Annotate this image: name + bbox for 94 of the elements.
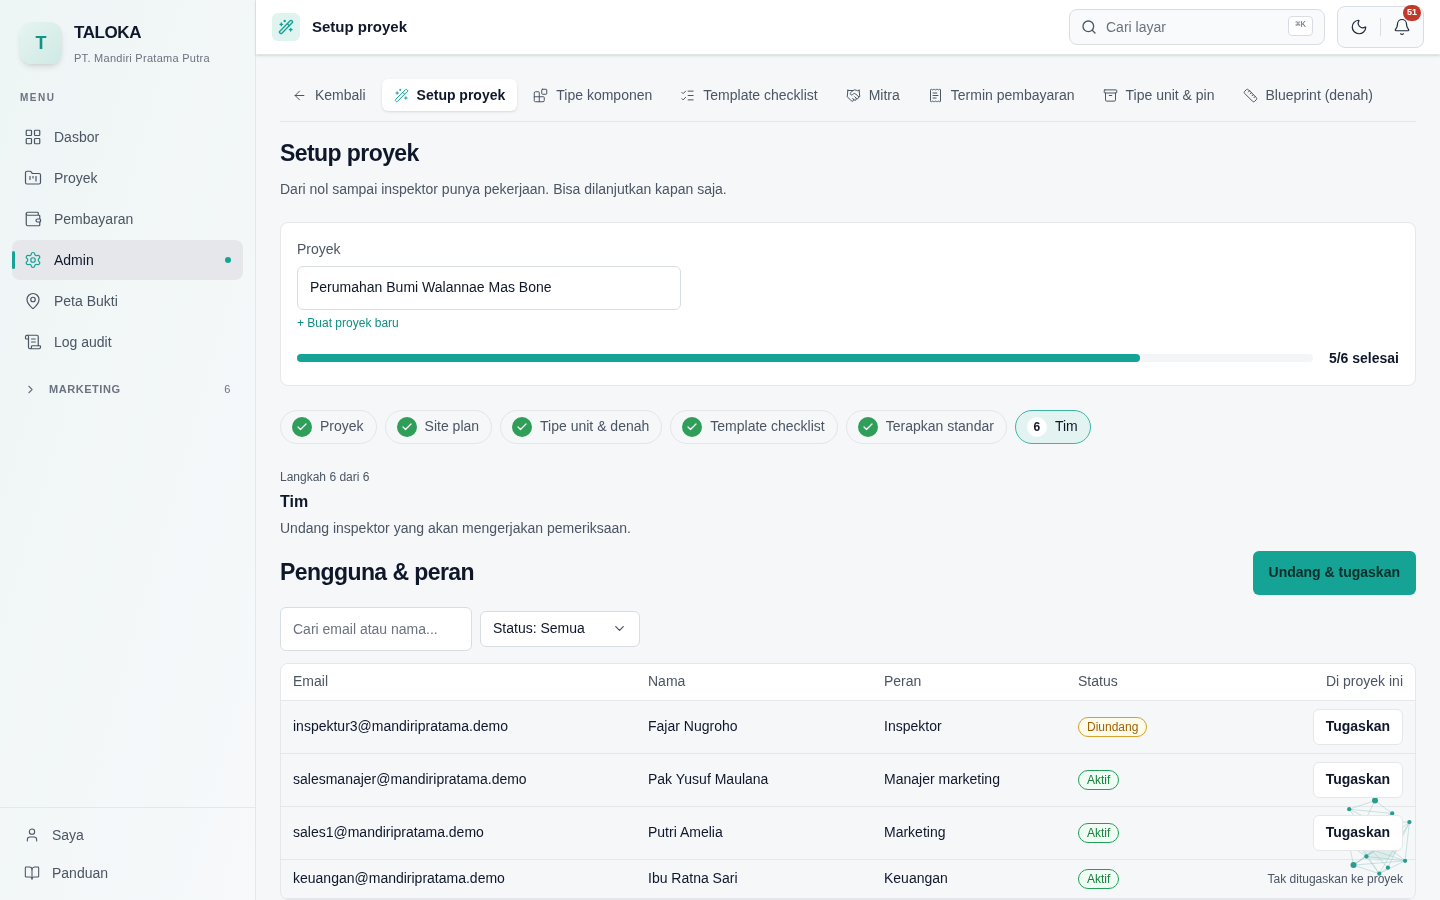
nav-tab[interactable]: Kembali <box>280 79 378 111</box>
table-cell-text: Ibu Ratna Sari <box>648 869 739 888</box>
sidebar-item[interactable]: Admin <box>12 240 243 280</box>
sidebar-item[interactable]: Proyek <box>12 158 243 198</box>
step-title: Tim <box>280 491 310 512</box>
field-label: Proyek <box>297 239 342 259</box>
step-chip[interactable]: Template checklist <box>670 409 838 444</box>
book-icon <box>24 865 40 881</box>
status-tag: Aktif <box>1078 823 1120 843</box>
ruler-icon <box>1242 87 1258 103</box>
table-cell-text: keuangan@mandiripratama.demo <box>293 869 506 888</box>
list-check-icon <box>680 87 696 103</box>
step-chip[interactable]: 6 Tim <box>1014 409 1091 444</box>
table-cell-text: Putri Amelia <box>648 823 724 842</box>
notification-count: 51 <box>1403 5 1421 21</box>
grid-icon <box>24 128 42 146</box>
table-cell-text: salesmanajer@mandiripratama.demo <box>293 770 528 789</box>
new-project-link[interactable]: + Buat proyek baru <box>297 313 399 332</box>
user-pin-icon <box>24 292 42 310</box>
check-icon <box>857 416 878 437</box>
logo-badge: T <box>20 22 62 64</box>
archive-icon <box>1102 87 1118 103</box>
column-header: Status <box>1078 672 1119 691</box>
nav-tab[interactable]: Termin pembayaran <box>915 79 1087 111</box>
column-header: Nama <box>648 672 687 691</box>
user-search-field[interactable]: Cari email atau nama... <box>280 606 472 651</box>
step-counter: Langkah 6 dari 6 <box>280 468 371 486</box>
folder-icon <box>24 169 42 187</box>
wand-icon <box>393 87 409 103</box>
wand-icon <box>278 19 294 35</box>
assign-button[interactable]: Tugaskan <box>1312 761 1403 798</box>
check-icon <box>396 416 417 437</box>
table-cell-text: inspektur3@mandiripratama.demo <box>293 717 509 736</box>
step-chip[interactable]: Proyek <box>280 409 377 444</box>
column-header: Peran <box>884 672 923 691</box>
step-number: 6 <box>1026 416 1047 437</box>
sidebar-item[interactable]: Dasbor <box>12 117 243 157</box>
step-chip[interactable]: Tipe unit & denah <box>500 409 663 444</box>
search-icon <box>1081 19 1097 35</box>
check-icon <box>292 416 312 437</box>
table-cell-text: Fajar Nugroho <box>648 717 739 736</box>
header-title: Setup proyek <box>312 16 409 37</box>
handshake-icon <box>845 87 861 103</box>
active-indicator <box>12 251 15 269</box>
nav-tab[interactable]: Tipe unit & pin <box>1090 79 1227 111</box>
nav-tab[interactable]: Tipe komponen <box>521 79 665 111</box>
assign-button[interactable]: Tugaskan <box>1312 814 1403 851</box>
unassigned-note: Tak ditugaskan ke proyek <box>1267 870 1403 888</box>
blocks-icon <box>533 87 549 103</box>
nav-tab[interactable]: Mitra <box>833 79 912 111</box>
page-title: Setup proyek <box>280 139 420 168</box>
sidebar-footer-item[interactable]: Panduan <box>12 854 243 892</box>
sidebar-item[interactable]: Peta Bukti <box>12 281 243 321</box>
status-tag: Diundang <box>1078 717 1148 737</box>
progress-reading: 5/6 selesai <box>1328 348 1399 368</box>
check-icon <box>512 416 533 437</box>
check-icon <box>682 416 703 437</box>
group-toggle[interactable]: MARKETING 6 <box>0 374 255 404</box>
nav-tab[interactable]: Setup proyek <box>381 79 518 111</box>
section-title: Pengguna & peran <box>280 558 474 588</box>
brand-name: TALOKA <box>74 22 142 44</box>
assign-button[interactable]: Tugaskan <box>1312 708 1403 745</box>
menu-label: MENU <box>19 91 57 105</box>
status-tag: Aktif <box>1078 869 1120 889</box>
step-chip[interactable]: Site plan <box>384 409 493 444</box>
company-name: PT. Mandiri Pratama Putra <box>74 50 210 66</box>
table-cell-text: Inspektor <box>884 717 943 736</box>
status-tag: Aktif <box>1078 770 1120 790</box>
wallet-icon <box>24 210 42 228</box>
nav-tab[interactable]: Blueprint (denah) <box>1230 79 1385 111</box>
scroll-icon <box>24 333 42 351</box>
invite-button[interactable]: Undang & tugaskan <box>1252 550 1416 595</box>
page-subtitle: Dari nol sampai inspektor punya pekerjaan. Bisa dilanjutkan kapan saja. <box>280 179 728 199</box>
table-cell-text: Pak Yusuf Maulana <box>648 770 770 789</box>
column-header: Email <box>293 672 329 691</box>
step-chip[interactable]: Terapkan standar <box>845 409 1007 444</box>
table-cell-text: Keuangan <box>884 869 949 888</box>
receipt-icon <box>927 87 943 103</box>
sidebar-item[interactable]: Log audit <box>12 322 243 362</box>
settings-icon <box>24 251 42 269</box>
user-icon <box>24 827 40 843</box>
bell-icon <box>1393 18 1411 36</box>
sidebar-item[interactable]: Pembayaran <box>12 199 243 239</box>
step-description: Undang inspektor yang akan mengerjakan pemeriksaan. <box>280 518 632 538</box>
column-header: Di proyek ini <box>1324 672 1403 691</box>
table-cell-text: Manajer marketing <box>884 770 1001 789</box>
status-dropdown[interactable]: Status: Semua <box>480 610 640 647</box>
table-cell-text: sales1@mandiripratama.demo <box>293 823 485 842</box>
project-field[interactable]: Perumahan Bumi Walannae Mas Bone <box>297 265 681 310</box>
moon-icon <box>1350 18 1368 36</box>
shortcut-key: ⌘K <box>1288 16 1313 36</box>
sidebar-footer-item[interactable]: Saya <box>12 816 243 854</box>
nav-tab[interactable]: Template checklist <box>668 79 830 111</box>
table-cell-text: Marketing <box>884 823 947 842</box>
